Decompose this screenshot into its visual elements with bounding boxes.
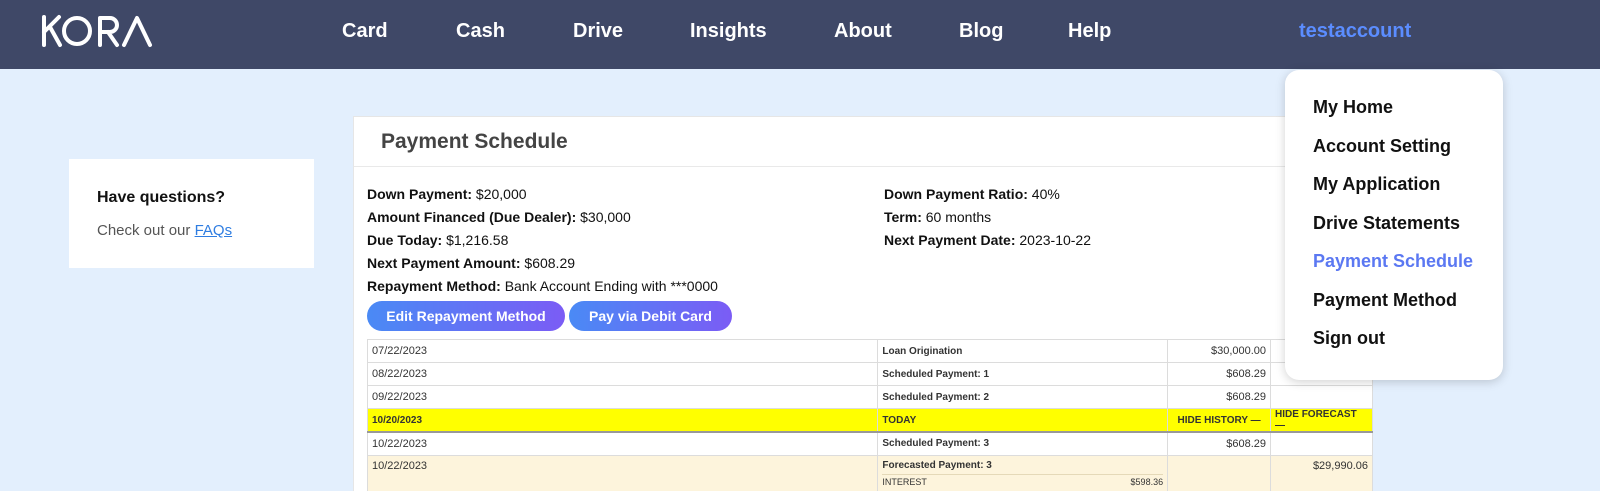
- row-balance: [1270, 431, 1373, 456]
- help-card: Have questions? Check out our FAQs: [69, 159, 314, 268]
- row-balance: [1270, 385, 1373, 409]
- forecast-cell: Forecasted Payment: 3 INTEREST $598.36: [877, 454, 1169, 491]
- repayment-method-info: Repayment Method: Bank Account Ending wi…: [367, 278, 718, 294]
- payment-schedule-card: Payment Schedule Down Payment: $20,000 A…: [353, 116, 1373, 491]
- pay-via-debit-card-button[interactable]: Pay via Debit Card: [569, 301, 732, 331]
- nav-blog[interactable]: Blog: [959, 20, 1003, 43]
- title-divider: [354, 166, 1372, 167]
- account-dropdown-menu: My Home Account Setting My Application D…: [1285, 70, 1503, 380]
- hide-forecast-label: HIDE FORECAST: [1275, 409, 1357, 420]
- forecast-row: 10/22/2023 Forecasted Payment: 3 INTERES…: [366, 454, 1373, 491]
- table-row: 10/22/2023 Scheduled Payment: 3 $608.29: [366, 431, 1373, 456]
- forecast-date: 10/22/2023: [366, 454, 879, 491]
- menu-my-home[interactable]: My Home: [1313, 97, 1393, 118]
- edit-repayment-method-button[interactable]: Edit Repayment Method: [367, 301, 565, 331]
- minus-icon: —: [1250, 414, 1261, 426]
- next-payment-amount-label: Next Payment Amount:: [367, 255, 521, 271]
- row-date: 09/22/2023: [366, 385, 879, 409]
- table-row: 09/22/2023 Scheduled Payment: 2 $608.29: [366, 385, 1373, 409]
- term-value: 60 months: [925, 209, 992, 225]
- page-title: Payment Schedule: [381, 130, 568, 153]
- hide-history-label: HIDE HISTORY: [1177, 414, 1248, 426]
- menu-payment-schedule[interactable]: Payment Schedule: [1313, 251, 1473, 272]
- menu-drive-statements[interactable]: Drive Statements: [1313, 213, 1460, 234]
- today-row: 10/20/2023 TODAY HIDE HISTORY — HIDE FOR…: [366, 408, 1373, 433]
- row-amount: $30,000.00: [1167, 339, 1272, 363]
- interest-label: INTEREST: [882, 476, 927, 487]
- due-today-value: $1,216.58: [446, 232, 509, 248]
- menu-sign-out[interactable]: Sign out: [1313, 328, 1385, 349]
- row-amount: $608.29: [1167, 362, 1272, 386]
- next-payment-date-info: Next Payment Date: 2023-10-22: [884, 232, 1091, 248]
- row-amount: $608.29: [1167, 431, 1272, 456]
- table-row: 07/22/2023 Loan Origination $30,000.00: [366, 339, 1373, 363]
- row-label: Scheduled Payment: 3: [877, 431, 1169, 456]
- next-payment-amount-value: $608.29: [524, 255, 576, 271]
- due-today-label: Due Today:: [367, 232, 443, 248]
- row-label: Scheduled Payment: 2: [877, 385, 1169, 409]
- minus-icon: —: [1275, 420, 1286, 431]
- down-payment-ratio-label: Down Payment Ratio:: [884, 186, 1028, 202]
- nav-help[interactable]: Help: [1068, 20, 1111, 43]
- repayment-method-value: Bank Account Ending with ***0000: [504, 278, 718, 294]
- next-payment-amount-info: Next Payment Amount: $608.29: [367, 255, 575, 271]
- table-row: 08/22/2023 Scheduled Payment: 1 $608.29: [366, 362, 1373, 386]
- down-payment-info: Down Payment: $20,000: [367, 186, 527, 202]
- row-label: Loan Origination: [877, 339, 1169, 363]
- nav-card[interactable]: Card: [342, 20, 388, 43]
- repayment-method-label: Repayment Method:: [367, 278, 501, 294]
- payment-schedule-table: 07/22/2023 Loan Origination $30,000.00 0…: [366, 339, 1373, 491]
- help-prefix: Check out our: [97, 222, 195, 239]
- down-payment-label: Down Payment:: [367, 186, 473, 202]
- down-payment-ratio-value: 40%: [1031, 186, 1060, 202]
- row-amount: $608.29: [1167, 385, 1272, 409]
- nav-cash[interactable]: Cash: [456, 20, 505, 43]
- interest-line: INTEREST $598.36: [882, 473, 1164, 487]
- today-date: 10/20/2023: [366, 408, 879, 433]
- down-payment-value: $20,000: [475, 186, 527, 202]
- down-payment-ratio-info: Down Payment Ratio: 40%: [884, 186, 1060, 202]
- nav-drive[interactable]: Drive: [573, 20, 623, 43]
- interest-value: $598.36: [1130, 476, 1164, 487]
- term-label: Term:: [884, 209, 922, 225]
- kora-logo[interactable]: [40, 14, 155, 48]
- hide-history-toggle[interactable]: HIDE HISTORY —: [1167, 408, 1272, 433]
- term-info: Term: 60 months: [884, 209, 991, 225]
- due-today-info: Due Today: $1,216.58: [367, 232, 508, 248]
- menu-payment-method[interactable]: Payment Method: [1313, 290, 1457, 311]
- row-label: Scheduled Payment: 1: [877, 362, 1169, 386]
- help-question: Have questions?: [97, 189, 226, 206]
- row-date: 10/22/2023: [366, 431, 879, 456]
- faq-link[interactable]: FAQs: [195, 222, 233, 239]
- amount-financed-value: $30,000: [580, 209, 631, 225]
- forecast-label: Forecasted Payment: 3: [882, 459, 992, 471]
- forecast-balance: $29,990.06: [1270, 454, 1373, 491]
- next-payment-date-label: Next Payment Date:: [884, 232, 1016, 248]
- forecast-amount: [1167, 454, 1272, 491]
- row-date: 08/22/2023: [366, 362, 879, 386]
- help-text: Check out our FAQs: [97, 222, 232, 239]
- nav-about[interactable]: About: [834, 20, 892, 43]
- amount-financed-label: Amount Financed (Due Dealer):: [367, 209, 577, 225]
- row-date: 07/22/2023: [366, 339, 879, 363]
- hide-forecast-toggle[interactable]: HIDE FORECAST —: [1270, 408, 1373, 433]
- menu-account-setting[interactable]: Account Setting: [1313, 136, 1451, 157]
- top-navbar: Card Cash Drive Insights About Blog Help…: [0, 0, 1600, 69]
- next-payment-date-value: 2023-10-22: [1019, 232, 1092, 248]
- today-label: TODAY: [877, 408, 1169, 433]
- account-menu-toggle[interactable]: testaccount: [1299, 20, 1411, 43]
- menu-my-application[interactable]: My Application: [1313, 174, 1440, 195]
- amount-financed-info: Amount Financed (Due Dealer): $30,000: [367, 209, 631, 225]
- nav-insights[interactable]: Insights: [690, 20, 767, 43]
